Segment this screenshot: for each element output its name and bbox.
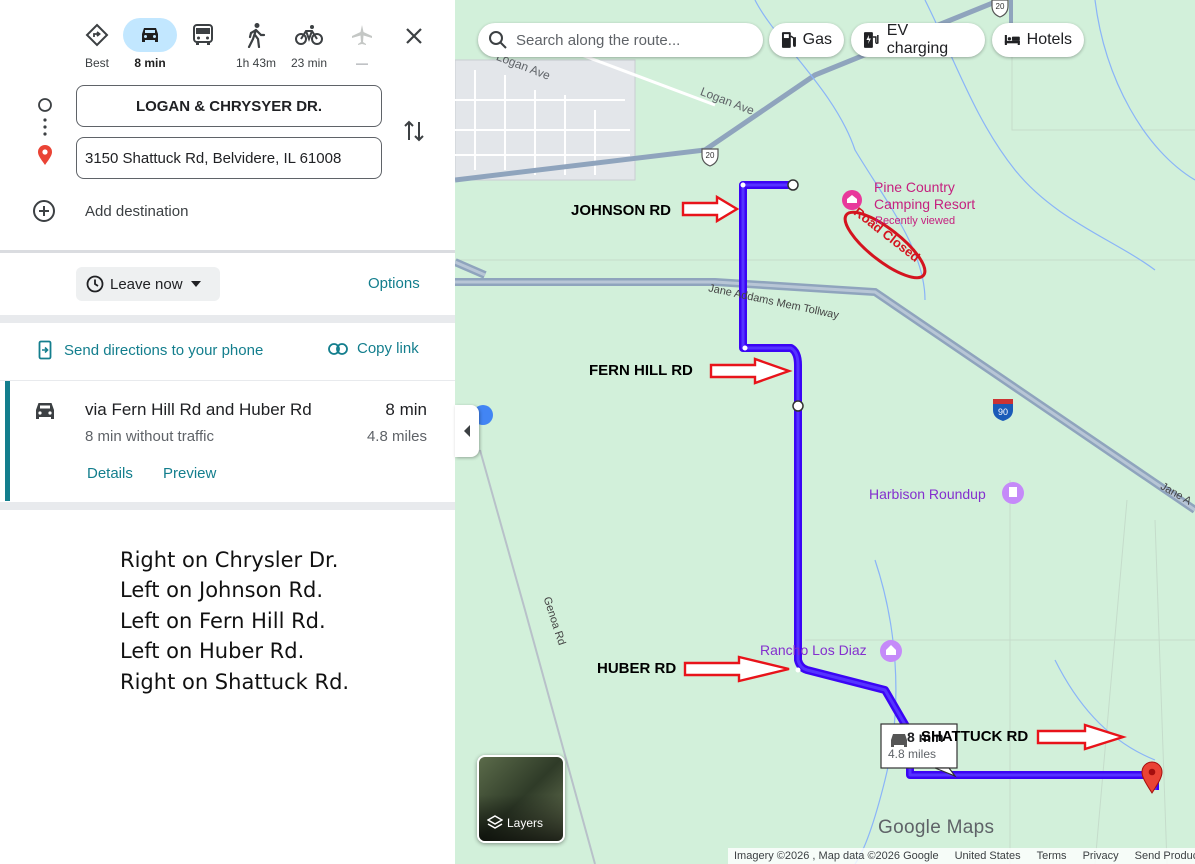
options-button[interactable]: Options [368, 275, 420, 292]
annotation-fern-hill-rd: FERN HILL RD [589, 362, 693, 379]
route-dots-icon [38, 98, 52, 165]
map-footer: Imagery ©2026 , Map data ©2026 Google Un… [728, 848, 1195, 864]
gas-pump-icon [781, 32, 796, 48]
mode-bike[interactable]: 23 min [281, 18, 337, 70]
place-rancho-los-diaz[interactable]: Rancho Los Diaz [760, 642, 867, 658]
send-to-phone-label: Send directions to your phone [64, 341, 264, 359]
annotation-huber-rd: HUBER RD [597, 660, 677, 677]
directions-panel: Best 8 min 1h 43m 23 min — LOGAN & CHRYS… [0, 0, 456, 864]
map-attribution: Imagery ©2026 , Map data ©2026 Google [734, 850, 939, 862]
collapse-panel-button[interactable] [455, 405, 479, 457]
close-icon [406, 28, 422, 44]
place-pine-country[interactable]: Pine Country Camping Resort [874, 179, 975, 213]
layers-icon [487, 815, 503, 829]
mode-best[interactable]: Best [69, 18, 125, 70]
layers-button[interactable]: Layers [477, 755, 565, 843]
route-distance: 4.8 miles [366, 428, 427, 445]
leave-now-label: Leave now [110, 275, 183, 293]
map-base-layer [455, 0, 1195, 864]
section-divider [0, 315, 455, 323]
instruction-line: Left on Johnson Rd. [120, 578, 324, 603]
chevron-left-icon [464, 425, 470, 437]
chip-hotels[interactable]: Hotels [992, 23, 1084, 57]
map-region-link[interactable]: United States [955, 850, 1021, 862]
mode-walk-label: 1h 43m [235, 56, 277, 70]
bed-icon [1004, 35, 1020, 45]
swap-arrows-icon [404, 120, 424, 142]
instruction-line: Left on Fern Hill Rd. [120, 608, 326, 633]
route-via: via Fern Hill Rd and Huber Rd [85, 400, 312, 419]
caret-down-icon [190, 281, 201, 287]
clock-icon [86, 275, 104, 293]
route-option-card[interactable]: via Fern Hill Rd and Huber Rd 8 min 8 mi… [5, 381, 455, 501]
route-box-distance: 4.8 miles [888, 747, 937, 761]
route-diamond-icon [69, 18, 125, 52]
route-details-button[interactable]: Details [87, 465, 133, 482]
car-icon [36, 403, 54, 419]
instruction-line: Left on Huber Rd. [120, 639, 305, 664]
walk-icon [228, 18, 284, 52]
terms-link[interactable]: Terms [1037, 850, 1067, 862]
route-search-bar[interactable]: Search along the route... [478, 23, 763, 57]
privacy-link[interactable]: Privacy [1083, 850, 1119, 862]
leave-now-dropdown[interactable]: Leave now [76, 267, 220, 301]
mode-flight[interactable]: — [334, 18, 390, 70]
add-circle-icon [33, 200, 55, 222]
us-20-label: 20 [995, 2, 1005, 11]
swap-button[interactable] [402, 118, 426, 149]
bike-icon [281, 18, 337, 52]
map-canvas[interactable]: Logan Ave Logan Ave Jane Addams Mem Toll… [455, 0, 1195, 864]
annotation-shattuck-rd: SHATTUCK RD [921, 728, 1029, 745]
us-20-label: 20 [705, 151, 715, 160]
route-search-placeholder: Search along the route... [516, 31, 681, 49]
i90-label: 90 [997, 407, 1008, 417]
route-time: 8 min [385, 400, 427, 419]
chip-gas[interactable]: Gas [769, 23, 844, 57]
origin-input[interactable]: LOGAN & CHRYSYER DR. [76, 85, 382, 127]
place-harbison-roundup[interactable]: Harbison Roundup [869, 486, 986, 502]
chip-hotels-label: Hotels [1026, 31, 1072, 48]
section-divider [0, 250, 455, 253]
bus-icon [175, 18, 231, 52]
chip-ev-label: EV charging [886, 22, 949, 57]
ev-charger-icon [863, 32, 879, 48]
feedback-link[interactable]: Send Product Feedback [1135, 850, 1195, 862]
copy-link-label: Copy link [357, 340, 419, 357]
chip-ev-charging[interactable]: EV charging [851, 22, 985, 57]
copy-link-button[interactable]: Copy link [328, 340, 419, 357]
mode-drive-label: 8 min [134, 56, 166, 70]
section-divider [0, 502, 455, 510]
destination-input[interactable]: 3150 Shattuck Rd, Belvidere, IL 61008 [76, 137, 382, 179]
mode-transit[interactable] [175, 18, 231, 56]
add-destination-row[interactable]: Add destination [32, 198, 452, 224]
mode-walk[interactable]: 1h 43m [228, 18, 284, 70]
mode-drive[interactable]: 8 min [122, 18, 178, 70]
travel-mode-bar: Best 8 min 1h 43m 23 min — [0, 18, 455, 73]
car-icon [123, 18, 177, 52]
route-traffic: 8 min without traffic [85, 428, 214, 445]
instruction-line: Right on Shattuck Rd. [120, 669, 350, 694]
add-destination-label: Add destination [85, 202, 189, 220]
send-to-phone-link[interactable]: Send directions to your phone [38, 340, 263, 360]
mode-best-label: Best [84, 56, 109, 70]
search-icon [489, 31, 507, 49]
google-maps-logo: Google Maps [878, 817, 995, 838]
chip-gas-label: Gas [802, 31, 832, 48]
phone-send-icon [38, 340, 52, 360]
route-preview-button[interactable]: Preview [163, 465, 216, 482]
airplane-icon [334, 18, 390, 52]
layers-label: Layers [507, 816, 544, 830]
selected-route-indicator [5, 381, 10, 501]
annotation-johnson-rd: JOHNSON RD [571, 202, 672, 219]
close-button[interactable] [400, 22, 428, 50]
turn-instructions: Right on Chrysler Dr. Left on Johnson Rd… [120, 545, 349, 697]
mode-flight-label: — [356, 56, 368, 70]
instruction-line: Right on Chrysler Dr. [120, 548, 339, 572]
mode-bike-label: 23 min [290, 56, 328, 70]
link-icon [328, 342, 348, 355]
